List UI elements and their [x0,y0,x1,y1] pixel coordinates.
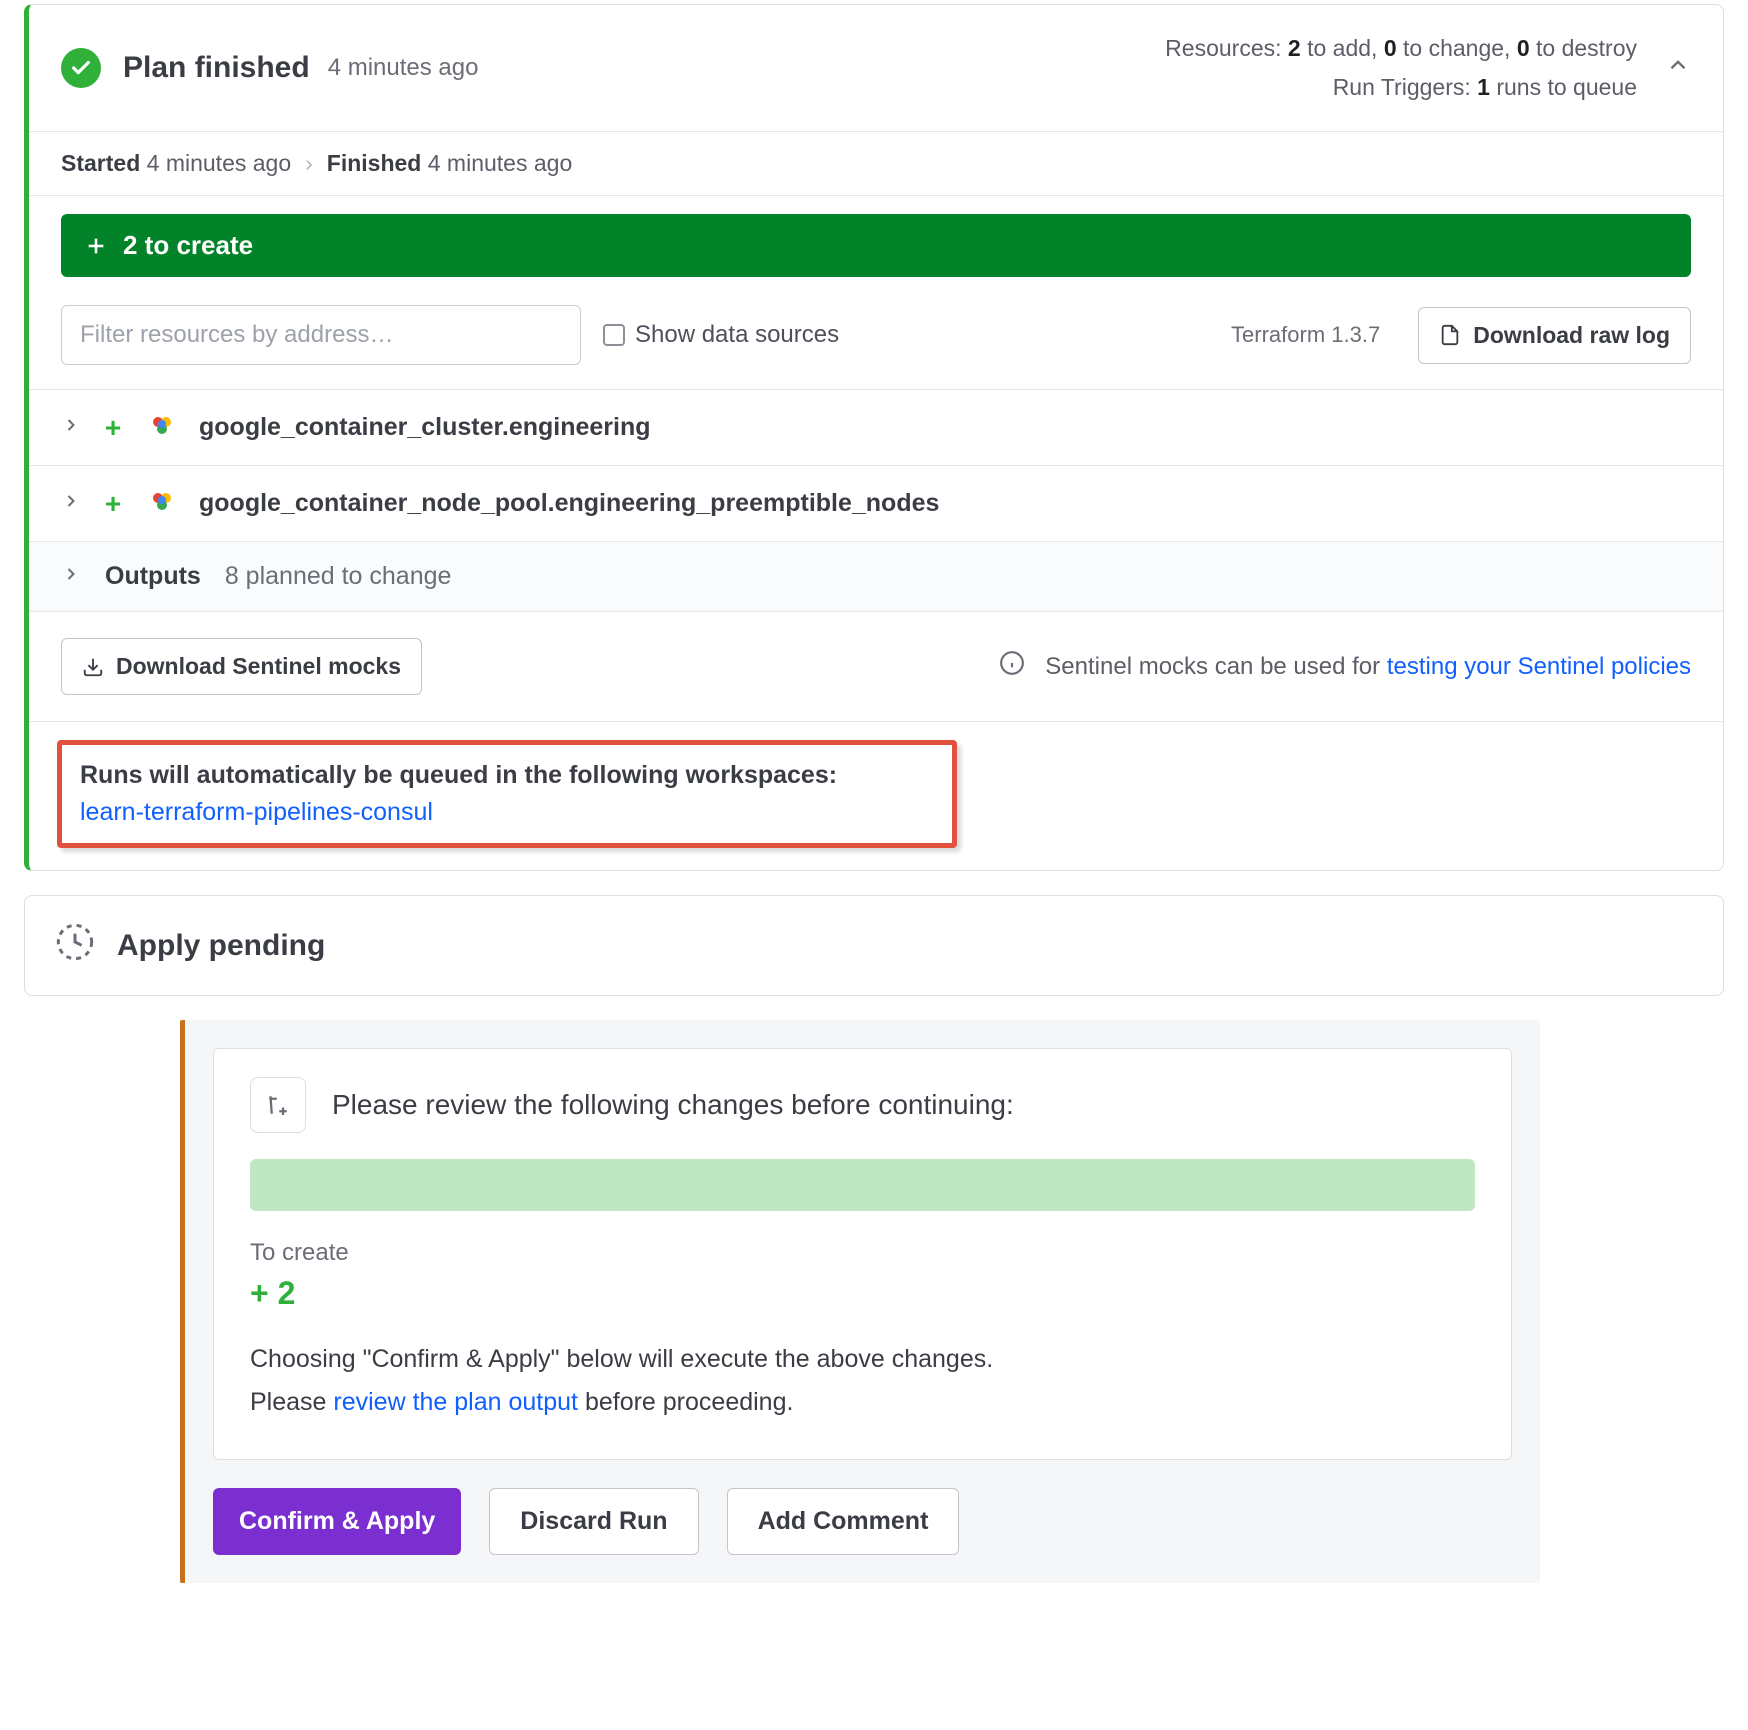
download-raw-log-button[interactable]: Download raw log [1418,307,1691,364]
to-change-count: 0 [1384,35,1397,61]
outputs-subtitle: 8 planned to change [225,562,452,591]
confirm-apply-button[interactable]: Confirm & Apply [213,1488,461,1555]
plan-card: Plan finished 4 minutes ago Resources: 2… [24,4,1724,871]
started-time: 4 minutes ago [140,150,291,176]
info-icon [999,650,1025,683]
review-plan-output-link[interactable]: review the plan output [333,1388,578,1416]
review-line2-prefix: Please [250,1388,333,1416]
file-icon [1439,324,1461,346]
review-panel: Please review the following changes befo… [180,1020,1540,1583]
sentinel-policies-link[interactable]: testing your Sentinel policies [1387,653,1691,680]
review-card: Please review the following changes befo… [213,1048,1512,1460]
run-triggers-label: Run Triggers: [1333,74,1477,100]
to-add-suffix: to add, [1301,35,1384,61]
apply-pending-card: Apply pending [24,895,1724,996]
download-sentinel-label: Download Sentinel mocks [116,653,401,680]
download-raw-log-label: Download raw log [1473,322,1670,349]
timing-row: Started 4 minutes ago › Finished 4 minut… [29,132,1723,195]
to-add-count: 2 [1288,35,1301,61]
download-sentinel-mocks-button[interactable]: Download Sentinel mocks [61,638,422,695]
add-comment-button[interactable]: Add Comment [727,1488,960,1555]
to-create-label: To create [250,1239,1475,1267]
finished-time: 4 minutes ago [421,150,572,176]
plan-title: Plan finished [123,51,310,85]
plus-icon: + [101,412,125,444]
outputs-row[interactable]: Outputs 8 planned to change [29,541,1723,611]
resource-row-0[interactable]: + google_container_cluster.engineering [29,389,1723,465]
runs-to-queue-count: 1 [1477,74,1490,100]
action-buttons: Confirm & Apply Discard Run Add Comment [213,1488,1512,1555]
workspace-link[interactable]: learn-terraform-pipelines-consul [80,798,433,826]
outputs-label: Outputs [105,562,201,591]
discard-run-button[interactable]: Discard Run [489,1488,698,1555]
to-destroy-suffix: to destroy [1530,35,1637,61]
resources-label: Resources: [1165,35,1288,61]
plan-time: 4 minutes ago [328,54,479,82]
to-destroy-count: 0 [1517,35,1530,61]
show-data-sources-checkbox[interactable]: Show data sources [603,321,839,349]
resource-name: google_container_cluster.engineering [199,413,651,442]
check-circle-icon [61,48,101,88]
plan-header: Plan finished 4 minutes ago Resources: 2… [29,5,1723,131]
clock-icon [55,922,95,969]
plus-icon: + [101,488,125,520]
chevron-up-icon[interactable] [1665,52,1691,85]
chevron-right-icon [61,413,81,442]
gcp-icon [145,410,179,445]
gcp-icon [145,486,179,521]
plan-summary: Resources: 2 to add, 0 to change, 0 to d… [1165,29,1637,107]
sentinel-prefix: Sentinel mocks can be used for [1045,653,1387,680]
download-icon [82,656,104,678]
sentinel-row: Download Sentinel mocks Sentinel mocks c… [29,611,1723,721]
started-label: Started [61,150,140,176]
plus-icon [85,235,107,257]
highlight-title: Runs will automatically be queued in the… [80,761,934,790]
filter-row: Show data sources Terraform 1.3.7 Downlo… [29,295,1723,389]
create-bar-label: 2 to create [123,230,253,261]
run-triggers-highlight: Runs will automatically be queued in the… [57,740,957,848]
resource-name: google_container_node_pool.engineering_p… [199,489,939,518]
apply-pending-title: Apply pending [117,929,325,963]
review-line2-suffix: before proceeding. [578,1388,793,1416]
progress-bar [250,1159,1475,1211]
show-data-sources-label: Show data sources [635,321,839,349]
review-body: Choosing "Confirm & Apply" below will ex… [250,1338,1475,1423]
resource-row-1[interactable]: + google_container_node_pool.engineering… [29,465,1723,541]
checkbox-icon [603,324,625,346]
filter-input[interactable] [61,305,581,365]
chevron-right-icon: › [305,150,313,177]
chevron-right-icon [61,489,81,518]
review-line1: Choosing "Confirm & Apply" below will ex… [250,1338,1475,1381]
sentinel-text: Sentinel mocks can be used for testing y… [1045,653,1691,681]
finished-label: Finished [327,150,422,176]
terraform-version: Terraform 1.3.7 [1231,322,1380,348]
to-create-count: + 2 [250,1275,1475,1312]
create-summary-bar[interactable]: 2 to create [61,214,1691,277]
runs-suffix: runs to queue [1490,74,1637,100]
diff-icon [250,1077,306,1133]
to-change-suffix: to change, [1397,35,1517,61]
review-title: Please review the following changes befo… [332,1089,1014,1121]
chevron-right-icon [61,562,81,591]
